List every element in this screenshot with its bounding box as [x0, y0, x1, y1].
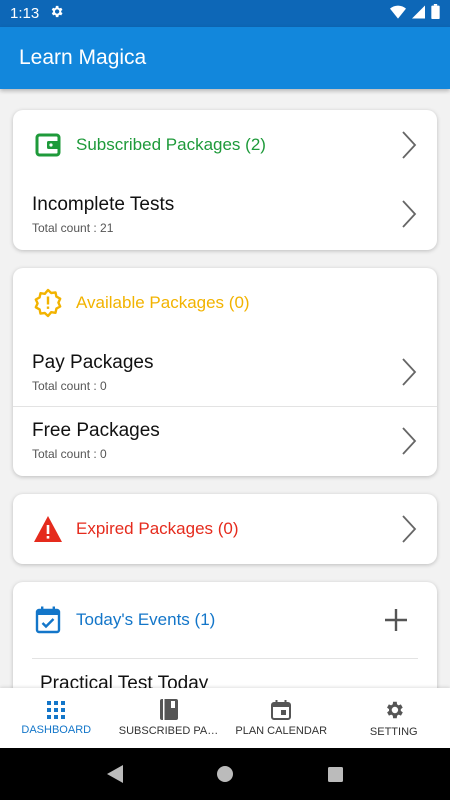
nav-label: DASHBOARD [21, 723, 92, 736]
incomplete-tests-row[interactable]: Incomplete Tests Total count : 21 [13, 180, 437, 248]
expired-packages-header[interactable]: Expired Packages (0) [13, 494, 437, 564]
nav-label: PLAN CALENDAR [235, 724, 328, 737]
event-title: Practical Test Today [40, 673, 209, 688]
nav-label: SUBSCRIBED PACKAGES [118, 725, 219, 737]
row-title: Free Packages [32, 420, 160, 441]
chevron-right-icon [402, 426, 417, 455]
badge-alert-icon [33, 288, 63, 318]
system-navigation-bar [0, 748, 450, 800]
row-count: Total count : 21 [32, 220, 114, 235]
recents-icon[interactable] [327, 766, 343, 782]
row-title: Pay Packages [32, 351, 154, 373]
settings-notification-icon [49, 4, 64, 23]
status-bar: 1:13 [0, 0, 450, 27]
event-list-item[interactable]: Practical Test Today [32, 658, 418, 688]
nav-plan-calendar[interactable]: PLAN CALENDAR [225, 688, 338, 748]
available-packages-card: Available Packages (0) Pay Packages Tota… [13, 268, 437, 476]
todays-events-card: Today's Events (1) Practical Test Today [13, 582, 437, 688]
bottom-navigation: DASHBOARD SUBSCRIBED PACKAGES PLAN CALEN… [0, 688, 450, 748]
chevron-right-icon [402, 515, 417, 543]
todays-events-title: Today's Events (1) [76, 610, 216, 629]
battery-icon [431, 4, 440, 23]
home-icon[interactable] [217, 766, 234, 782]
row-count: Total count : 0 [32, 447, 107, 461]
dashboard-content[interactable]: Subscribed Packages (2) Incomplete Tests… [0, 89, 450, 688]
back-icon[interactable] [107, 765, 124, 783]
expired-packages-card: Expired Packages (0) [13, 494, 437, 564]
free-packages-row[interactable]: Free Packages Total count : 0 [13, 406, 437, 474]
chevron-right-icon [402, 358, 417, 386]
subscribed-packages-card: Subscribed Packages (2) Incomplete Tests… [13, 110, 437, 250]
calendar-icon [271, 699, 292, 720]
chevron-right-icon [402, 131, 417, 159]
book-icon [159, 699, 178, 720]
pay-packages-row[interactable]: Pay Packages Total count : 0 [13, 338, 437, 406]
row-count: Total count : 0 [32, 378, 107, 393]
row-title: Incomplete Tests [32, 193, 175, 215]
wallet-icon [33, 130, 63, 160]
app-bar: Learn Magica [0, 27, 450, 89]
signal-icon [412, 5, 425, 23]
status-time: 1:13 [10, 5, 40, 22]
warning-icon [33, 514, 63, 544]
subscribed-packages-header[interactable]: Subscribed Packages (2) [13, 110, 437, 180]
nav-dashboard[interactable]: DASHBOARD [0, 688, 113, 748]
subscribed-packages-title: Subscribed Packages (2) [76, 135, 266, 154]
todays-events-header: Today's Events (1) [13, 582, 437, 658]
expired-packages-title: Expired Packages (0) [76, 519, 239, 538]
grid-icon [47, 700, 66, 719]
chevron-right-icon [402, 200, 417, 228]
nav-subscribed-packages[interactable]: SUBSCRIBED PACKAGES [113, 688, 226, 748]
calendar-check-icon [33, 605, 63, 635]
app-title: Learn Magica [19, 46, 147, 69]
available-packages-title: Available Packages (0) [76, 293, 250, 312]
wifi-icon [390, 5, 406, 23]
available-packages-header[interactable]: Available Packages (0) [13, 268, 437, 338]
add-event-icon[interactable] [383, 607, 409, 633]
gear-icon [386, 701, 403, 718]
nav-label: SETTING [369, 725, 418, 738]
nav-setting[interactable]: SETTING [338, 688, 450, 748]
